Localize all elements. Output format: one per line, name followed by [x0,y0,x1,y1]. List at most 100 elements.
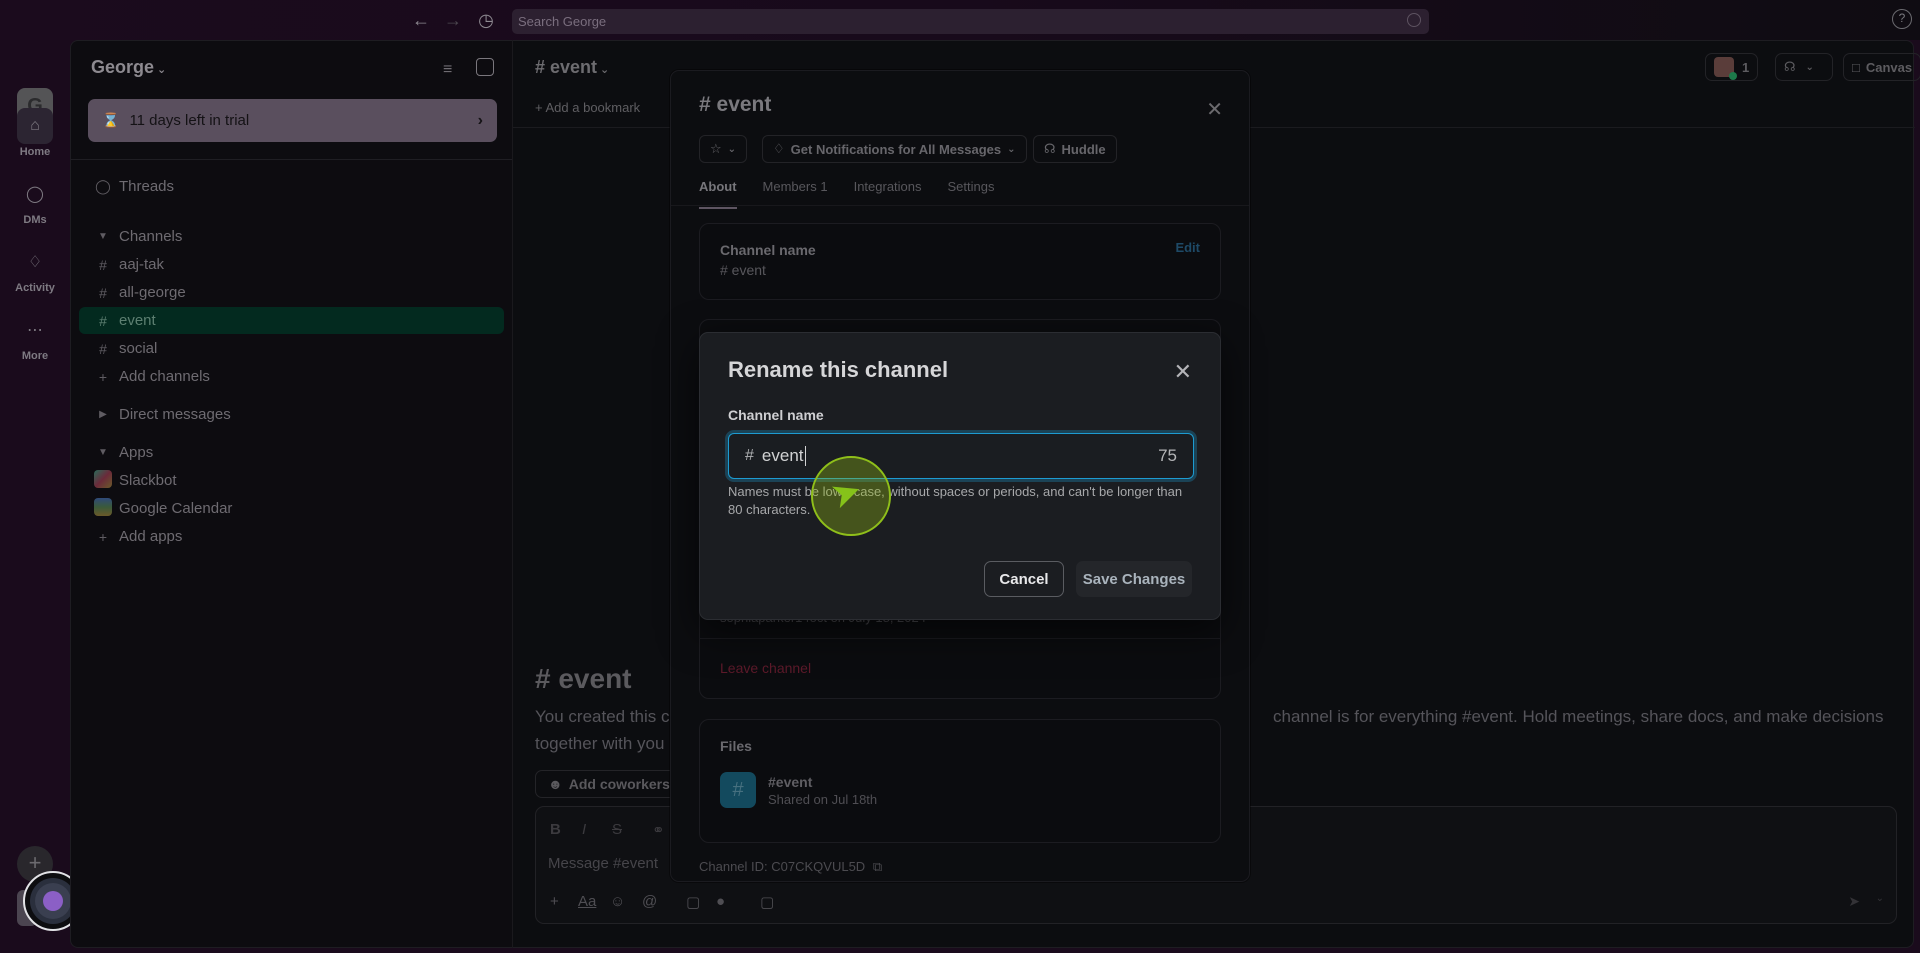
channel-name-value: # event [720,262,766,278]
sidebar-item-aaj-tak[interactable]: # aaj-tak [79,251,504,278]
leave-channel-button[interactable]: Leave channel [720,660,811,676]
divider [71,159,513,160]
cancel-button[interactable]: Cancel [984,561,1064,597]
filter-icon[interactable]: ≡ [443,61,452,79]
star-button[interactable]: ☆ ⌄ [699,135,748,163]
threads-icon: ◯ [95,178,111,194]
file-name: #event [768,773,813,790]
add-channels-button[interactable]: + Add channels [79,363,504,390]
channel-name-card[interactable]: Channel name # event Edit [699,223,1221,300]
save-changes-button[interactable]: Save Changes [1076,561,1192,597]
members-button[interactable]: 1 [1705,53,1759,81]
plus-icon: + [98,368,108,385]
sidebar-item-slackbot[interactable]: Slackbot [79,467,504,494]
workspace-name-button[interactable]: George ⌄ [91,57,166,78]
chevron-down-icon: ⌄ [1007,143,1016,155]
channel-intro-title: # event [535,663,632,694]
sidebar-item-label: Slackbot [119,472,177,489]
channel-title-button[interactable]: # event ⌄ [535,57,609,78]
channels-section-header[interactable]: ▼ Channels [79,223,504,250]
rail-label: DMs [23,214,47,226]
headphones-icon: ☊ [1784,59,1796,74]
file-item[interactable]: # #event Shared on Jul 18th [720,772,1200,808]
add-bookmark-button[interactable]: + Add a bookmark [535,100,640,115]
sidebar-item-google-calendar[interactable]: Google Calendar [79,495,504,522]
microphone-icon[interactable]: ● [716,893,725,910]
plus-icon: + [535,100,546,115]
home-icon: ⌂ [17,108,53,144]
search-icon [1407,13,1421,27]
chevron-right-icon: › [477,111,483,129]
rail-item-activity[interactable]: ♢ Activity [0,244,70,294]
chevron-down-icon: ⌄ [600,64,610,76]
canvas-button[interactable]: □ Canvas [1843,53,1920,81]
apps-section-header[interactable]: ▼ Apps [79,439,504,466]
files-label: Files [720,738,752,754]
huddle-button[interactable]: ☊ Huddle [1033,135,1117,163]
copy-icon[interactable]: ⧉ [873,859,882,874]
hourglass-icon: ⌛ [102,112,120,128]
plus-icon[interactable]: + [550,893,559,910]
rail-label: Activity [15,282,55,294]
message-input-placeholder[interactable]: Message #event [548,855,658,872]
channel-name-hint: Names must be lowercase, without spaces … [728,484,1183,517]
close-icon[interactable]: ✕ [1174,359,1192,385]
rail-label: Home [19,146,51,158]
intro-text-line2: together with you [535,734,665,753]
sidebar-item-threads[interactable]: ◯ Threads [79,173,504,200]
sidebar-item-label: Add channels [119,368,210,385]
rail-item-home[interactable]: ⌂ Home [0,108,70,158]
add-user-icon: ☻ [548,776,563,792]
help-icon[interactable]: ? [1892,9,1912,29]
edit-channel-name-link[interactable]: Edit [1175,240,1200,255]
slackbot-icon [94,470,112,488]
add-coworkers-label: Add coworkers [568,776,670,792]
link-icon[interactable]: ⚭ [652,821,665,839]
formatting-icon[interactable]: Aa [578,893,596,910]
intro-text-right: channel is for everything #event. Hold m… [1273,707,1884,726]
sidebar-item-social[interactable]: # social [79,335,504,362]
add-coworkers-button[interactable]: ☻ Add coworkers [535,770,683,798]
star-icon: ☆ [710,141,722,156]
shortcuts-icon[interactable]: ▢ [760,893,774,911]
send-icon[interactable]: ➤ [1848,893,1860,910]
dms-icon: ◯ [26,186,44,203]
workspace-name: George [91,57,155,77]
compose-icon[interactable] [476,58,494,76]
bell-icon: ♢ [773,141,785,156]
history-clock-icon[interactable]: ◷ [475,9,497,31]
strikethrough-icon[interactable]: S [612,821,622,838]
search-input[interactable]: Search George [512,9,1429,34]
close-icon[interactable]: ✕ [1206,97,1223,122]
add-apps-button[interactable]: + Add apps [79,523,504,550]
chevron-down-icon: ⌄ [727,143,737,155]
bold-icon[interactable]: B [550,821,561,838]
huddle-header-button[interactable]: ☊ ⌄ [1775,53,1833,81]
emoji-icon[interactable]: ☺ [610,893,625,910]
files-card: Files # #event Shared on Jul 18th [699,719,1221,843]
rail-item-more[interactable]: ⋯ More [0,312,70,362]
trial-banner[interactable]: ⌛ 11 days left in trial › [88,99,497,142]
notifications-button[interactable]: ♢ Get Notifications for All Messages ⌄ [762,135,1027,163]
back-icon[interactable]: ← [410,9,432,31]
add-bookmark-label: Add a bookmark [545,100,641,115]
italic-icon[interactable]: I [582,821,586,838]
forward-icon[interactable]: → [442,9,464,31]
google-calendar-icon [94,498,112,516]
channel-sidebar: George ⌄ ≡ ⌛ 11 days left in trial › ◯ Thr… [70,40,513,948]
sidebar-item-event[interactable]: # event [79,307,504,334]
sidebar-item-label: aaj-tak [119,256,165,273]
video-icon[interactable]: ▢ [686,893,700,911]
canvas-icon: □ [1852,59,1860,75]
direct-messages-section-header[interactable]: ▶ Direct messages [79,401,504,428]
huddle-label: Huddle [1061,141,1106,157]
chevron-down-icon: ⌄ [157,64,167,76]
sidebar-item-all-george[interactable]: # all-george [79,279,504,306]
notifications-label: Get Notifications for All Messages [790,141,1002,157]
rail-item-dms[interactable]: ◯ DMs [0,176,70,226]
channel-name-input[interactable]: # event 75 [728,433,1194,479]
divider [671,205,1249,206]
mention-icon[interactable]: @ [642,893,657,910]
plus-icon: + [98,528,108,545]
chevron-down-icon[interactable]: ⌄ [1876,893,1884,904]
